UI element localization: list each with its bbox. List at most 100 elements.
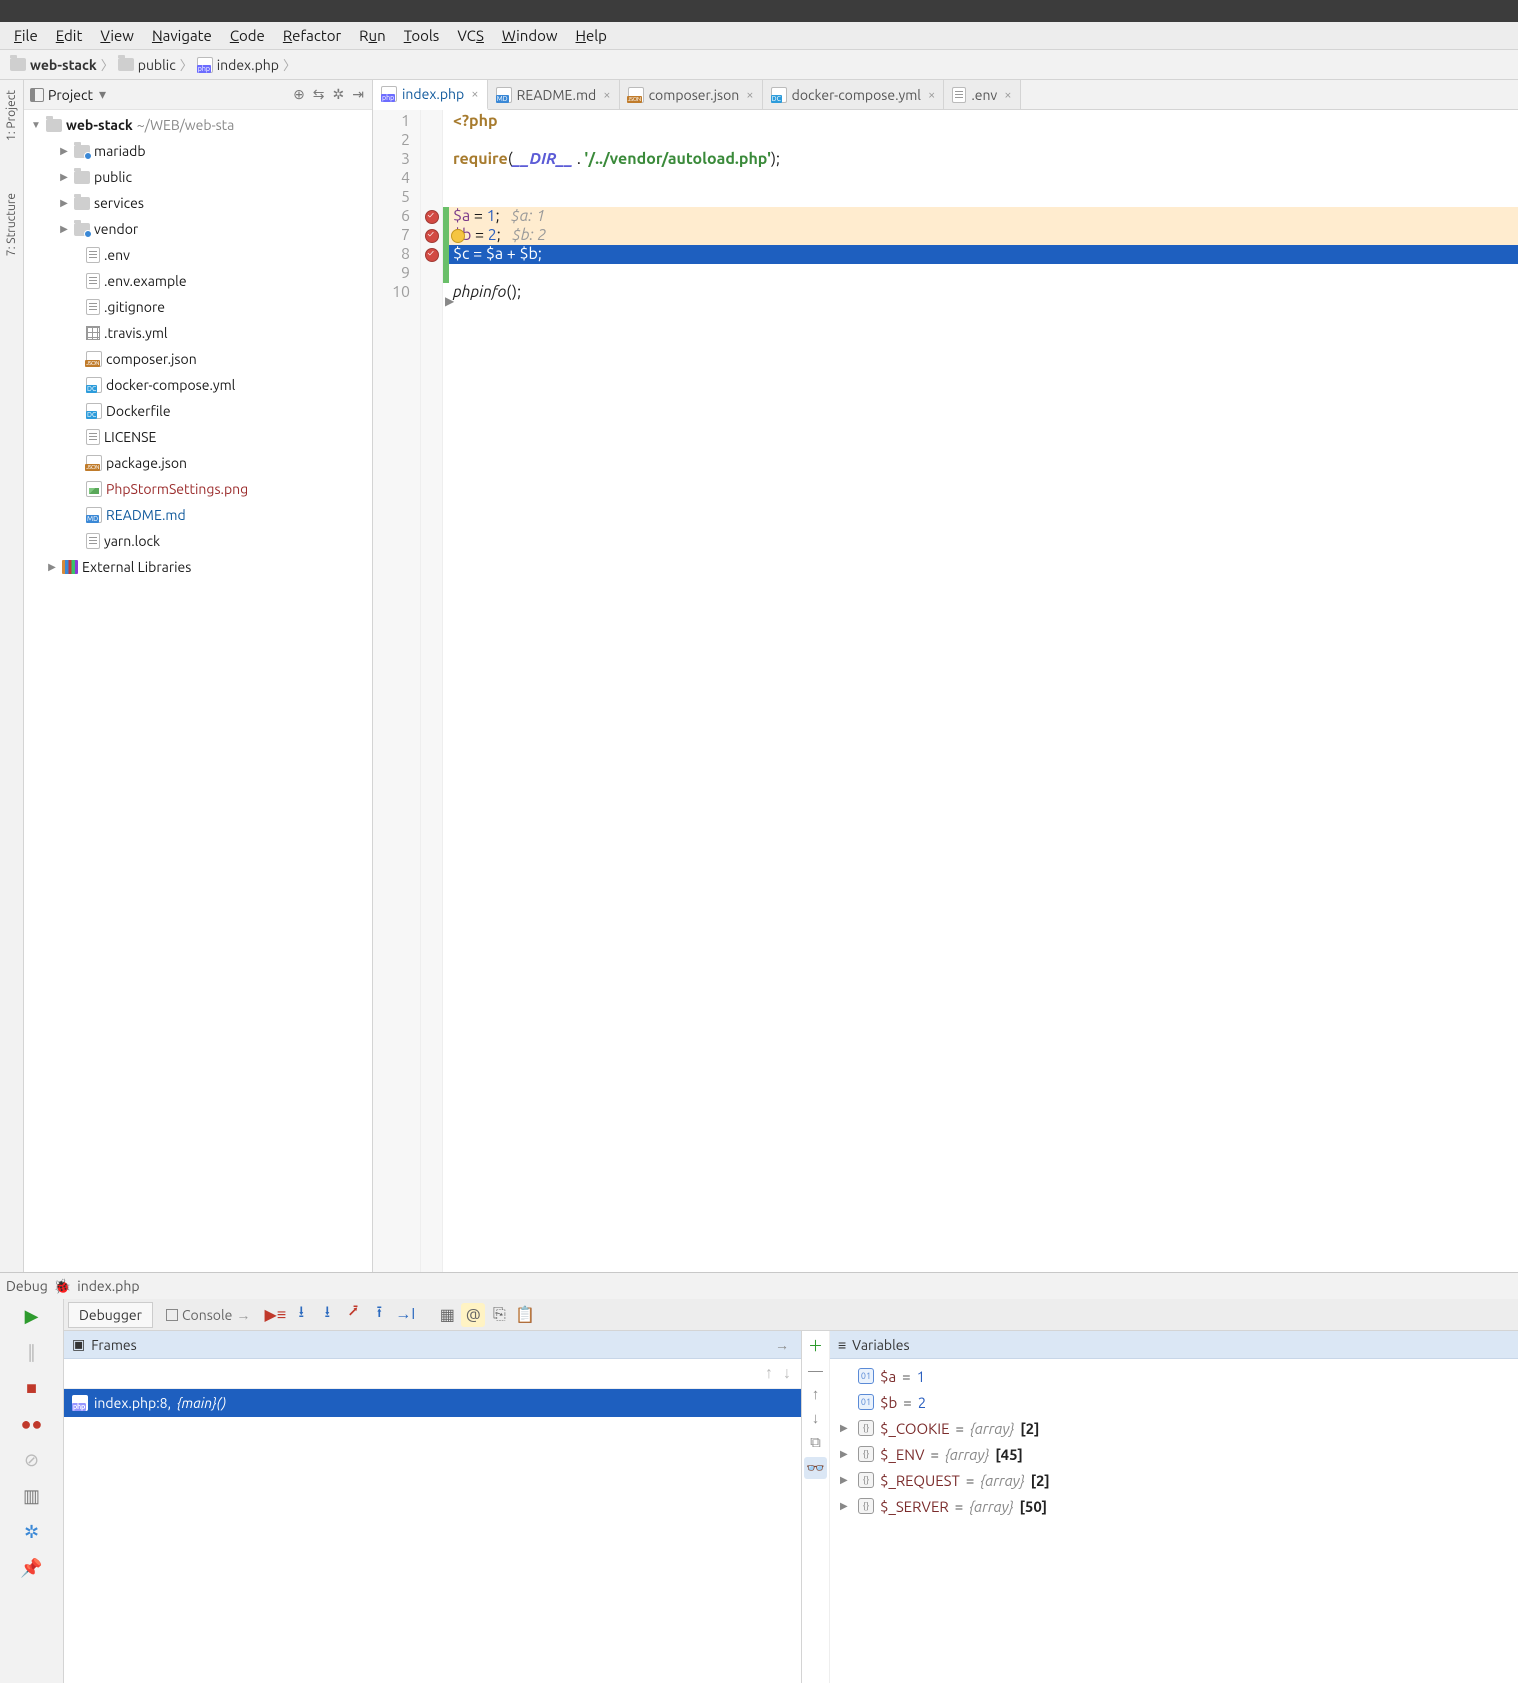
chevron-right-icon[interactable]: ▶ [840,1474,852,1486]
chevron-right-icon[interactable]: ▶ [840,1500,852,1512]
tab-readme[interactable]: README.md× [488,80,620,109]
tree-folder[interactable]: ▶public [24,164,372,190]
chevron-right-icon[interactable]: ▶ [58,197,70,209]
show-watches-button[interactable]: 👓 [804,1457,827,1479]
tree-file[interactable]: README.md [24,502,372,528]
chevron-right-icon[interactable]: ▶ [58,145,70,157]
variable-row[interactable]: 01$a=1 [830,1363,1518,1389]
breakpoint-icon[interactable] [425,210,439,224]
tree-folder[interactable]: ▶vendor [24,216,372,242]
chevron-right-icon[interactable]: ▶ [840,1448,852,1460]
menu-vcs[interactable]: VCS [449,24,492,47]
chevron-right-icon[interactable]: ▶ [840,1422,852,1434]
console-tab[interactable]: Console→ [155,1302,261,1328]
layout-button[interactable]: ▥ [19,1483,45,1509]
collapse-icon[interactable]: ⇆ [311,86,327,103]
stop-button[interactable]: ■ [19,1375,45,1401]
chevron-down-icon[interactable]: ▼ [30,119,42,131]
crumb-file[interactable]: index.php [191,52,285,78]
run-to-cursor-button[interactable]: →I [393,1303,417,1327]
breakpoint-icon[interactable] [425,248,439,262]
view-breakpoints-button[interactable]: ●● [19,1411,45,1437]
clipboard-icon[interactable]: 📋 [513,1303,537,1327]
menu-edit[interactable]: Edit [48,24,91,47]
close-icon[interactable]: × [603,88,610,102]
chevron-right-icon[interactable]: ▶ [58,223,70,235]
pause-button[interactable]: ∥ [19,1339,45,1365]
variable-row[interactable]: 01$b=2 [830,1389,1518,1415]
chevron-right-icon[interactable]: ▶ [46,561,58,573]
down-button[interactable]: ↓ [812,1409,820,1427]
evaluate-button[interactable]: ▦ [435,1303,459,1327]
intention-bulb-icon[interactable] [451,229,465,243]
menu-tools[interactable]: Tools [396,24,448,47]
step-out-button[interactable]: ⭱ [367,1303,391,1327]
menu-run[interactable]: Run [351,24,394,47]
tree-file[interactable]: docker-compose.yml [24,372,372,398]
close-icon[interactable]: × [471,87,478,101]
tab-composer[interactable]: composer.json× [620,80,763,109]
tree-external-libs[interactable]: ▶External Libraries [24,554,372,580]
watch-button[interactable]: @ [461,1303,485,1327]
add-watch-button[interactable]: ＋ [808,1335,823,1356]
debugger-tab[interactable]: Debugger [68,1302,153,1328]
tree-file[interactable]: .gitignore [24,294,372,320]
menu-file[interactable]: File [6,24,46,47]
crumb-root[interactable]: web-stack [4,52,103,78]
close-icon[interactable]: × [928,88,935,102]
variable-row[interactable]: ▶{}$_REQUEST={array} [2] [830,1467,1518,1493]
fold-arrow-icon[interactable]: ▶ [445,294,454,308]
step-into-button[interactable]: ⭳ [289,1303,313,1327]
tree-file[interactable]: .env [24,242,372,268]
pin-button[interactable]: 📌 [19,1555,45,1581]
settings-button[interactable]: ✲ [19,1519,45,1545]
mute-breakpoints-button[interactable]: ⊘ [19,1447,45,1473]
variables-list[interactable]: 01$a=1 01$b=2 ▶{}$_COOKIE={array} [2] ▶{… [830,1359,1518,1683]
resume-button[interactable]: ▶ [19,1303,45,1329]
line-number-gutter[interactable]: 1 2 3 4 5 6 7 8 9 10 [373,110,421,1272]
up-button[interactable]: ↑ [812,1385,820,1403]
target-icon[interactable]: ⊕ [291,86,307,103]
restore-layout-icon[interactable]: → [771,1337,793,1353]
tree-file[interactable]: Dockerfile [24,398,372,424]
code-content[interactable]: <?php require(__DIR__ . '/../vendor/auto… [449,110,1518,1272]
breakpoint-icon[interactable] [425,229,439,243]
tree-file[interactable]: PhpStormSettings.png [24,476,372,502]
close-icon[interactable]: × [746,88,753,102]
debug-title[interactable]: Debug 🐞 index.php [0,1273,1518,1299]
tree-folder[interactable]: ▶services [24,190,372,216]
menu-refactor[interactable]: Refactor [275,24,349,47]
copy-button[interactable]: ⧉ [810,1433,821,1451]
menu-help[interactable]: Help [568,24,615,47]
menu-navigate[interactable]: Navigate [144,24,220,47]
menu-code[interactable]: Code [222,24,273,47]
dropdown-icon[interactable]: ▾ [97,86,108,103]
tab-docker-compose[interactable]: docker-compose.yml× [763,80,945,109]
tree-folder[interactable]: ▶mariadb [24,138,372,164]
tab-index-php[interactable]: index.php× [373,80,488,110]
step-into-my-button[interactable]: ⭳ [315,1303,339,1327]
tree-file[interactable]: composer.json [24,346,372,372]
tab-env[interactable]: .env× [944,80,1020,109]
tree-file[interactable]: .travis.yml [24,320,372,346]
tree-file[interactable]: package.json [24,450,372,476]
frame-row[interactable]: index.php:8, {main}() [64,1389,801,1417]
menu-window[interactable]: Window [494,24,566,47]
tree-root[interactable]: ▼ web-stack ~/WEB/web-sta [24,112,372,138]
settings-icon[interactable]: ⎘ [487,1303,511,1327]
variable-row[interactable]: ▶{}$_ENV={array} [45] [830,1441,1518,1467]
code-editor[interactable]: 1 2 3 4 5 6 7 8 9 10 [373,110,1518,1272]
project-tree[interactable]: ▼ web-stack ~/WEB/web-sta ▶mariadb ▶publ… [24,110,372,1272]
prev-frame-button[interactable]: ↑ [765,1364,773,1383]
gear-icon[interactable]: ✲ [331,86,347,103]
tree-file[interactable]: LICENSE [24,424,372,450]
variable-row[interactable]: ▶{}$_COOKIE={array} [2] [830,1415,1518,1441]
breakpoint-gutter[interactable] [421,110,443,1272]
tree-file[interactable]: yarn.lock [24,528,372,554]
step-over-button[interactable]: ▶≡ [263,1303,287,1327]
next-frame-button[interactable]: ↓ [783,1364,791,1383]
chevron-right-icon[interactable]: ▶ [58,171,70,183]
remove-watch-button[interactable]: — [808,1362,823,1379]
toolwin-project[interactable]: 1: Project [3,84,20,147]
menu-view[interactable]: View [92,24,142,47]
